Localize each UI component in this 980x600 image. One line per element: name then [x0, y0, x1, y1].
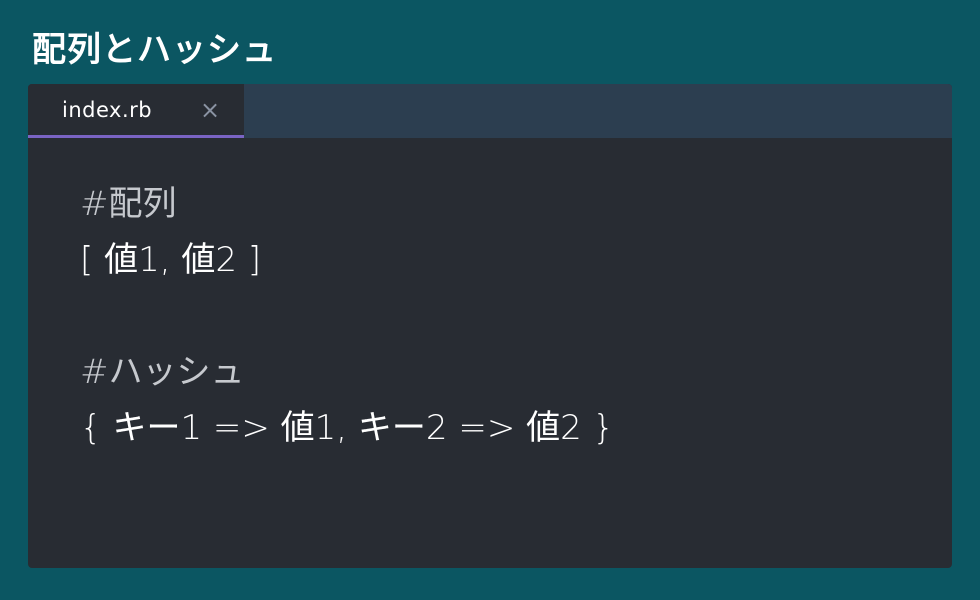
page-title: 配列とハッシュ [32, 30, 277, 70]
code-comment-array: #配列 [80, 184, 177, 224]
close-icon[interactable]: × [198, 97, 222, 123]
tab-bar: index.rb × [28, 84, 952, 138]
code-comment-hash: #ハッシュ [80, 352, 245, 392]
code-area[interactable]: #配列 [ 値1, 値2 ] #ハッシュ { キー1 => 値1, キー2 =>… [80, 184, 932, 464]
code-editor: index.rb × #配列 [ 値1, 値2 ] #ハッシュ { キー1 =>… [28, 84, 952, 568]
code-line-hash: { キー1 => 値1, キー2 => 値2 } [80, 408, 615, 448]
tab-label: index.rb [62, 98, 153, 122]
tab-index-rb[interactable]: index.rb × [28, 84, 244, 138]
slide: 配列とハッシュ index.rb × #配列 [ 値1, 値2 ] #ハッシュ … [0, 0, 980, 600]
code-line-array: [ 値1, 値2 ] [80, 240, 262, 280]
